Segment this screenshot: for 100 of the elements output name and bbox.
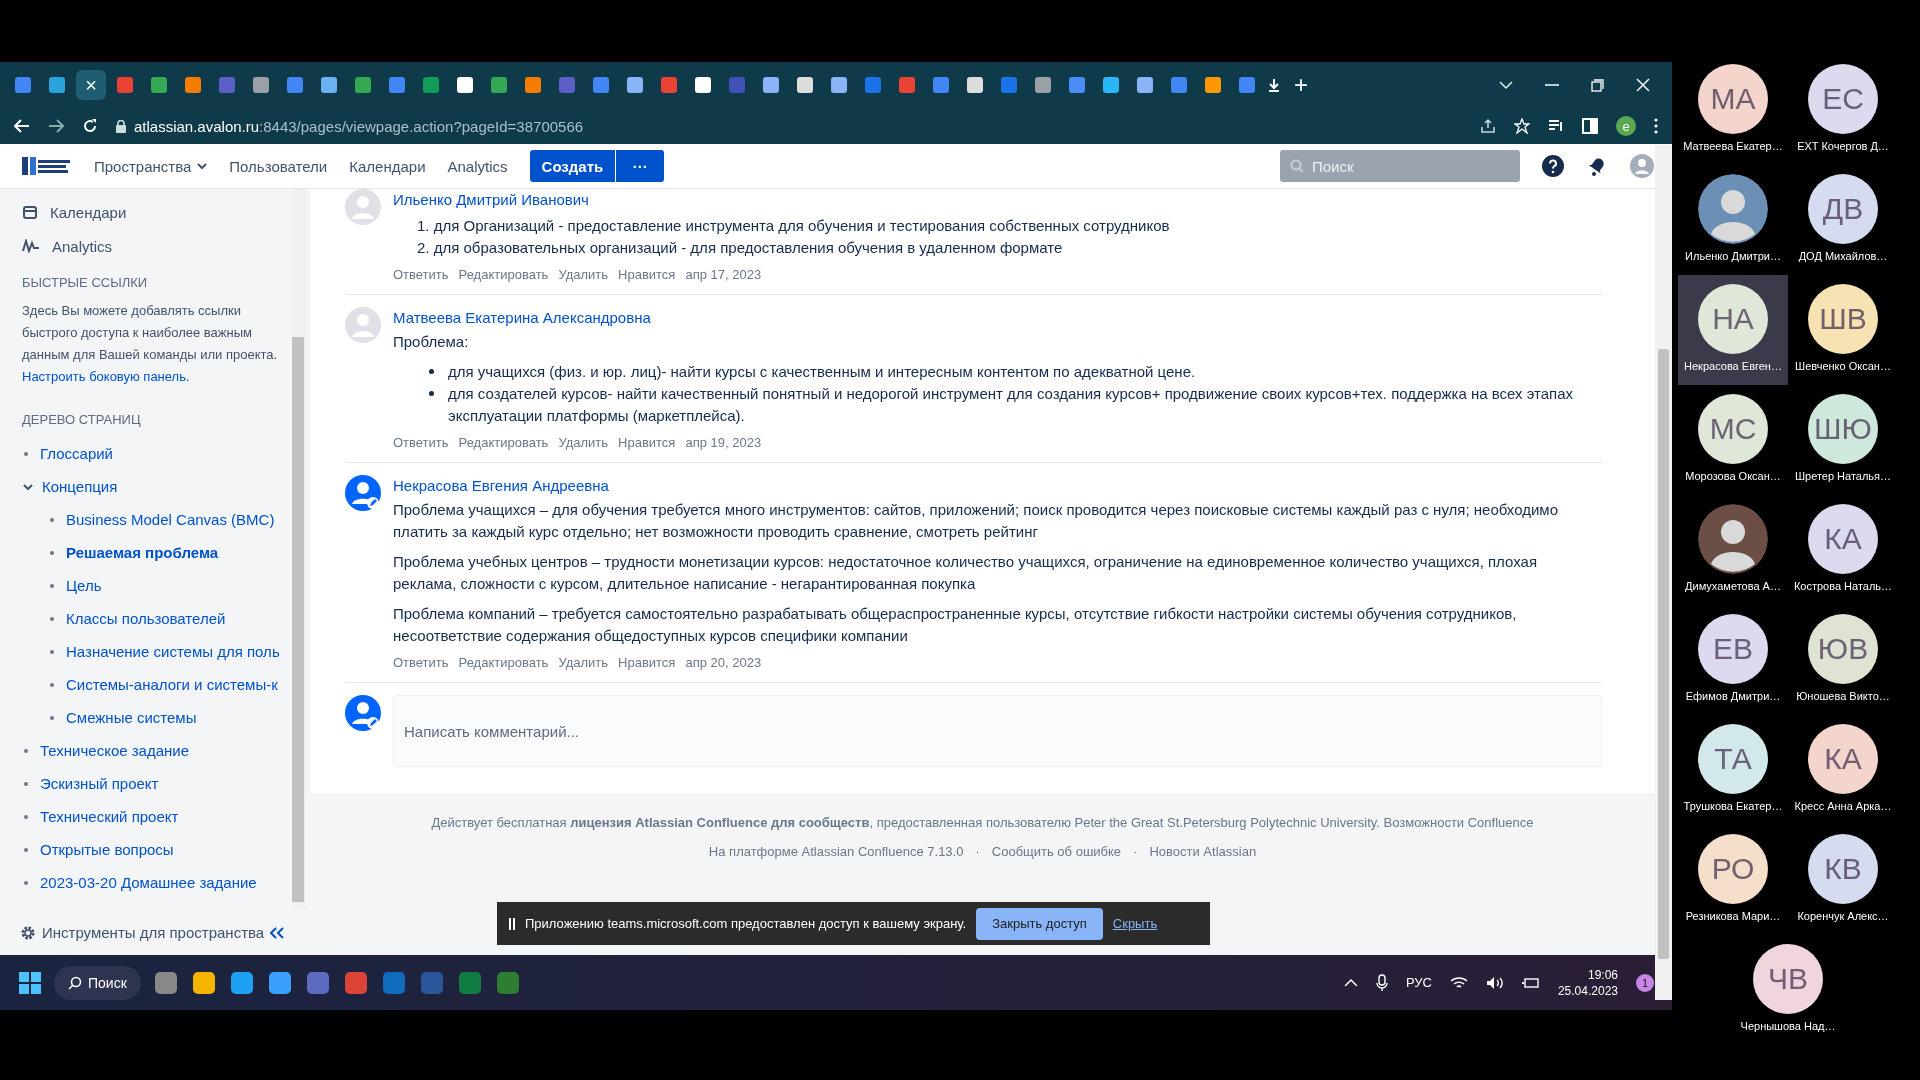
- comment-author-link[interactable]: Матвеева Екатерина Александровна: [393, 307, 1602, 329]
- participant-tile[interactable]: НА Некрасова Евген…: [1678, 275, 1788, 385]
- page-tree-link[interactable]: Концепция: [42, 478, 118, 495]
- participant-tile[interactable]: КА Кресс Анна Арка…: [1788, 715, 1898, 825]
- participant-tile[interactable]: ТА Трушкова Екатер…: [1678, 715, 1788, 825]
- nav-link[interactable]: Календари: [349, 157, 426, 175]
- sidebar-link[interactable]: Календари: [50, 203, 127, 221]
- help-icon[interactable]: [1542, 155, 1564, 177]
- search-field[interactable]: Поиск: [1280, 150, 1520, 182]
- comment-action-link[interactable]: Редактировать: [458, 655, 549, 670]
- stop-sharing-button[interactable]: Закрыть доступ: [976, 907, 1103, 940]
- close-icon[interactable]: [1636, 78, 1650, 92]
- microphone-icon[interactable]: [1375, 973, 1388, 992]
- participant-tile[interactable]: РО Резникова Мари…: [1678, 825, 1788, 935]
- share-icon[interactable]: [1480, 118, 1496, 134]
- page-tree-link[interactable]: Смежные системы: [66, 709, 197, 726]
- footer-link[interactable]: Новости Atlassian: [1149, 844, 1257, 859]
- page-tree-link[interactable]: 2023-03-20 Домашнее задание: [40, 874, 257, 891]
- comment-action-link[interactable]: Удалить: [558, 655, 609, 670]
- media-icon[interactable]: [1548, 119, 1564, 133]
- language-indicator[interactable]: РУС: [1405, 975, 1432, 990]
- participant-tile[interactable]: Димухаметова А…: [1678, 495, 1788, 605]
- footer-link[interactable]: Сообщить об ошибке: [991, 844, 1122, 859]
- comment-author-link[interactable]: Ильенко Дмитрий Иванович: [393, 189, 1602, 211]
- participant-tile[interactable]: ЧВ Чернышова Над…: [1678, 935, 1898, 1045]
- customize-sidebar-link[interactable]: Настроить боковую панель.: [22, 369, 190, 384]
- page-tree-link[interactable]: Эскизный проект: [40, 775, 159, 792]
- back-icon[interactable]: [14, 119, 30, 133]
- comment-author-link[interactable]: Некрасова Евгения Андреевна: [393, 475, 1602, 497]
- space-tools-link[interactable]: Инструменты для пространства: [42, 924, 265, 941]
- hide-link[interactable]: Скрыть: [1112, 916, 1158, 931]
- sidebar-link[interactable]: Analytics: [52, 237, 113, 255]
- clock-date[interactable]: 25.04.2023: [1557, 982, 1618, 999]
- chevron-down-icon[interactable]: [1499, 80, 1513, 90]
- sidebar-icon[interactable]: [1582, 118, 1598, 134]
- notification-badge[interactable]: 1: [1636, 973, 1654, 992]
- wifi-icon[interactable]: [1449, 975, 1468, 990]
- participant-tile[interactable]: ЮВ Юношева Викто…: [1788, 605, 1898, 715]
- collapse-icon[interactable]: [270, 926, 285, 939]
- confluence-features-link[interactable]: Возможности Confluence: [1383, 815, 1534, 830]
- page-tree-link[interactable]: Технический проект: [40, 808, 179, 825]
- page-tree-link[interactable]: Глоссарий: [40, 445, 113, 462]
- page-tree-link[interactable]: Классы пользователей: [66, 610, 226, 627]
- clock-time[interactable]: 19:06: [1587, 966, 1618, 983]
- page-tree-link[interactable]: Системы-аналоги и системы-к: [66, 676, 278, 693]
- scrollbar-thumb[interactable]: [292, 337, 304, 902]
- participant-tile[interactable]: ШЮ Шретер Наталья…: [1788, 385, 1898, 495]
- participant-tile[interactable]: ДВ ДОД Михайлов…: [1788, 165, 1898, 275]
- participant-tile[interactable]: КВ Коренчук Алекс…: [1788, 825, 1898, 935]
- comment-action-link[interactable]: Нравится: [618, 435, 676, 450]
- nav-link[interactable]: Пространства: [94, 157, 208, 175]
- comment-action-link[interactable]: Редактировать: [458, 435, 549, 450]
- browser-tab[interactable]: ×: [76, 70, 106, 100]
- participant-tile[interactable]: ЕВ Ефимов Дмитри…: [1678, 605, 1788, 715]
- scrollbar-thumb[interactable]: [1658, 349, 1669, 959]
- taskbar-app-icon[interactable]: [228, 969, 255, 996]
- restore-icon[interactable]: [1591, 78, 1604, 92]
- reload-icon[interactable]: [82, 118, 98, 134]
- participant-tile[interactable]: МС Морозова Оксан…: [1678, 385, 1788, 495]
- download-icon[interactable]: [1266, 77, 1282, 93]
- participant-tile[interactable]: ШВ Шевченко Оксан…: [1788, 275, 1898, 385]
- new-tab-button[interactable]: +: [1286, 71, 1316, 99]
- comment-action-link[interactable]: Ответить: [393, 655, 449, 670]
- create-button[interactable]: Создать: [529, 150, 616, 182]
- comment-action-link[interactable]: Ответить: [393, 267, 449, 282]
- comment-action-link[interactable]: Нравится: [618, 655, 676, 670]
- lock-icon[interactable]: [116, 119, 126, 133]
- chevron-up-icon[interactable]: [1343, 978, 1358, 987]
- battery-icon[interactable]: [1521, 975, 1540, 990]
- taskbar-app-icon[interactable]: [266, 969, 293, 996]
- nav-link[interactable]: Пользователи: [229, 157, 328, 175]
- taskbar-app-icon[interactable]: [342, 969, 369, 996]
- comment-action-link[interactable]: Удалить: [558, 267, 609, 282]
- comment-action-link[interactable]: Нравится: [618, 267, 676, 282]
- more-button[interactable]: ···: [616, 150, 665, 182]
- participant-tile[interactable]: КА Кострова Наталь…: [1788, 495, 1898, 605]
- comment-action-link[interactable]: Редактировать: [458, 267, 549, 282]
- participant-tile[interactable]: Ильенко Дмитри…: [1678, 165, 1788, 275]
- taskbar-app-icon[interactable]: [190, 969, 217, 996]
- volume-icon[interactable]: [1485, 975, 1504, 990]
- windows-start-icon[interactable]: [18, 970, 42, 995]
- taskbar-search-button[interactable]: Поиск: [54, 965, 141, 1000]
- participant-tile[interactable]: ЕС EXT Кочергов Д…: [1788, 55, 1898, 165]
- url-field[interactable]: atlassian.avalon.ru:8443/pages/viewpage.action?pageId=38700566: [134, 117, 584, 135]
- nav-link[interactable]: Analytics: [447, 157, 508, 175]
- page-tree-link[interactable]: Техническое задание: [40, 742, 190, 759]
- taskbar-app-icon[interactable]: [152, 969, 179, 996]
- logo-icon[interactable]: [22, 155, 72, 177]
- comment-action-link[interactable]: Удалить: [558, 435, 609, 450]
- settings-icon[interactable]: [20, 924, 36, 941]
- star-icon[interactable]: [1514, 118, 1530, 134]
- comment-input-field[interactable]: Написать комментарий...: [393, 695, 1602, 767]
- comment-action-link[interactable]: Ответить: [393, 435, 449, 450]
- page-tree-link[interactable]: Решаемая проблема: [66, 544, 219, 561]
- page-tree-link[interactable]: Цель: [66, 577, 102, 594]
- page-tree-link[interactable]: Назначение системы для поль: [66, 643, 280, 660]
- forward-icon[interactable]: [48, 119, 64, 133]
- participant-tile[interactable]: МА Матвеева Екатер…: [1678, 55, 1788, 165]
- menu-icon[interactable]: [1654, 118, 1658, 134]
- page-tree-link[interactable]: Business Model Canvas (BMC): [66, 511, 275, 528]
